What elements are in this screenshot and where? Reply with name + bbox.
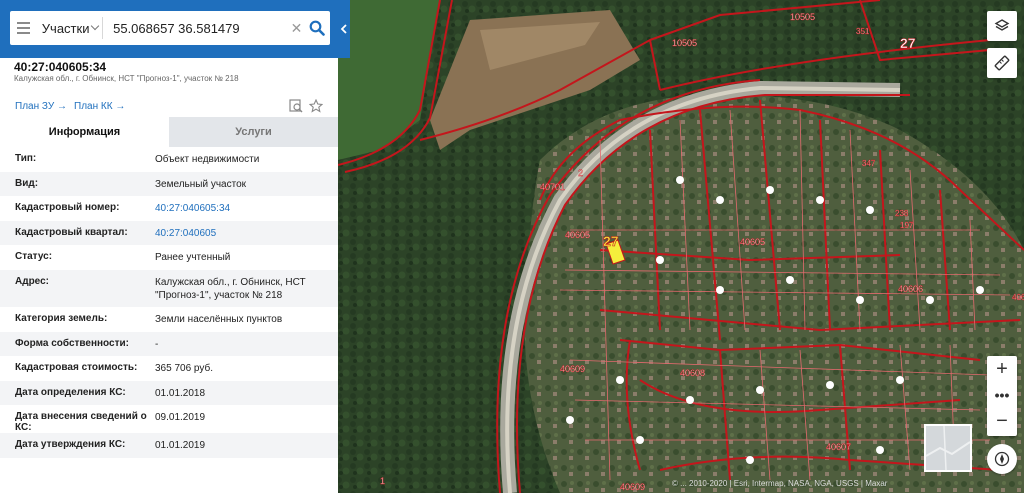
map-label: 238 [895,209,909,218]
info-key: Дата определения КС: [15,386,126,398]
info-row-address: Адрес: Калужская обл., г. Обнинск, НСТ "… [0,269,338,307]
map-label: 40603 [1012,293,1024,302]
info-row-type: Тип: Объект недвижимости [0,147,338,172]
map-label: 40609 [620,482,645,492]
layers-icon [994,19,1010,31]
cadastral-quarter-link[interactable]: 40:27:040605 [155,227,325,240]
map-label: 351 [856,27,870,36]
info-key: Тип: [15,153,37,164]
info-value: Земельный участок [155,178,247,190]
info-table: Тип: Объект недвижимости Вид: Земельный … [0,147,338,458]
object-subtitle: Калужская обл., г. Обнинск, НСТ "Прогноз… [14,74,239,83]
search-input[interactable] [103,11,290,45]
map-label: 2 [578,168,583,178]
map-label-quarter: 27 [603,233,619,249]
cadastral-number-link[interactable]: 40:27:040605:34 [155,202,325,215]
info-row-ks-date: Дата определения КС: 01.01.2018 [0,380,338,406]
info-row-cadastral-quarter: Кадастровый квартал: 40:27:040605 [0,220,338,246]
star-icon[interactable] [309,99,323,113]
map-label: 40701 [540,182,565,192]
map-label: 40608 [680,368,705,378]
compass-icon [994,451,1010,467]
info-key: Статус: [15,251,53,263]
info-key: Дата утверждения КС: [15,439,126,451]
info-row-kind: Вид: Земельный участок [0,171,338,197]
info-value: 09.01.2019 [155,412,206,424]
more-options-button[interactable]: ••• [987,382,1017,408]
info-key: Форма собственности: [15,337,129,349]
layers-button[interactable] [987,11,1017,41]
info-value: Ранее учтенный [155,252,231,264]
search-header: Участки ✕ [0,0,350,58]
info-value: Калужская обл., г. Обнинск, НСТ "Прогноз… [155,276,306,301]
map-label: 10505 [672,38,697,48]
info-row-ks-approval-date: Дата утверждения КС: 01.01.2019 [0,433,338,458]
info-key: Вид: [15,177,39,189]
info-key: Адрес: [15,275,49,287]
info-value: 01.01.2018 [155,387,206,399]
search-icon [309,20,325,36]
info-row-land-category: Категория земель: Земли населённых пункт… [0,307,338,332]
info-row-ks-entry-date: Дата внесения сведений о КС: 09.01.2019 [0,405,338,433]
clear-icon[interactable]: ✕ [289,11,304,45]
map-label: 40607 [826,442,851,452]
map-label: 197 [900,221,914,230]
basemap-switcher[interactable] [924,424,972,472]
info-value: 365 706 руб. [155,363,213,375]
map-label: 347 [862,159,876,168]
ruler-icon [994,55,1010,71]
info-value: 01.01.2019 [155,440,206,452]
info-value: Объект недвижимости [155,154,260,165]
info-row-status: Статус: Ранее учтенный [0,245,338,270]
search-box: Участки ✕ [10,11,330,45]
info-row-cadastral-number: Кадастровый номер: 40:27:040605:34 [0,196,338,221]
map-label: 40605 [565,230,590,240]
search-button[interactable] [304,11,330,45]
map-label: 1 [380,476,385,486]
chevron-left-icon [340,24,347,34]
info-value: Земли населённых пунктов [155,313,283,325]
plan-zu-link[interactable]: План ЗУ → [15,101,67,112]
minimap-icon [925,425,971,471]
search-mode-select[interactable]: Участки [38,11,103,45]
zoom-in-button[interactable]: + [987,356,1017,382]
search-mode-label: Участки [41,20,90,36]
search-map-icon[interactable] [289,99,303,113]
info-key: Категория земель: [15,312,108,324]
tab-info[interactable]: Информация [0,117,169,147]
compass-button[interactable] [987,444,1017,474]
info-key: Кадастровая стоимость: [15,362,138,374]
map-label: 40609 [560,364,585,374]
map-attribution: © ... 2010-2020 | Esri, Intermap, NASA, … [672,479,888,488]
info-row-ownership: Форма собственности: - [0,331,338,357]
map-label: 40605 [740,237,765,247]
info-key: Дата внесения сведений о КС: [15,411,147,434]
zoom-out-button[interactable]: − [987,408,1017,434]
info-key: Кадастровый номер: [15,202,120,214]
chevron-down-icon [91,21,100,31]
tab-services[interactable]: Услуги [169,117,338,147]
measure-button[interactable] [987,48,1017,78]
collapse-panel-button[interactable] [338,16,350,42]
info-key: Кадастровый квартал: [15,226,128,238]
map-label: 10505 [790,12,815,22]
info-row-cadastral-value: Кадастровая стоимость: 365 706 руб. [0,356,338,381]
menu-icon[interactable] [10,11,38,45]
panel-tabs: Информация Услуги [0,117,338,147]
info-value: - [155,338,159,350]
plan-kk-link[interactable]: План КК → [74,101,125,112]
zoom-controls: + ••• − [987,356,1017,436]
info-panel: 40:27:040605:34 Калужская обл., г. Обнин… [0,58,338,493]
map-label: 40606 [898,284,923,294]
object-title: 40:27:040605:34 [14,60,107,74]
map-label-quarter: 27 [900,35,916,51]
